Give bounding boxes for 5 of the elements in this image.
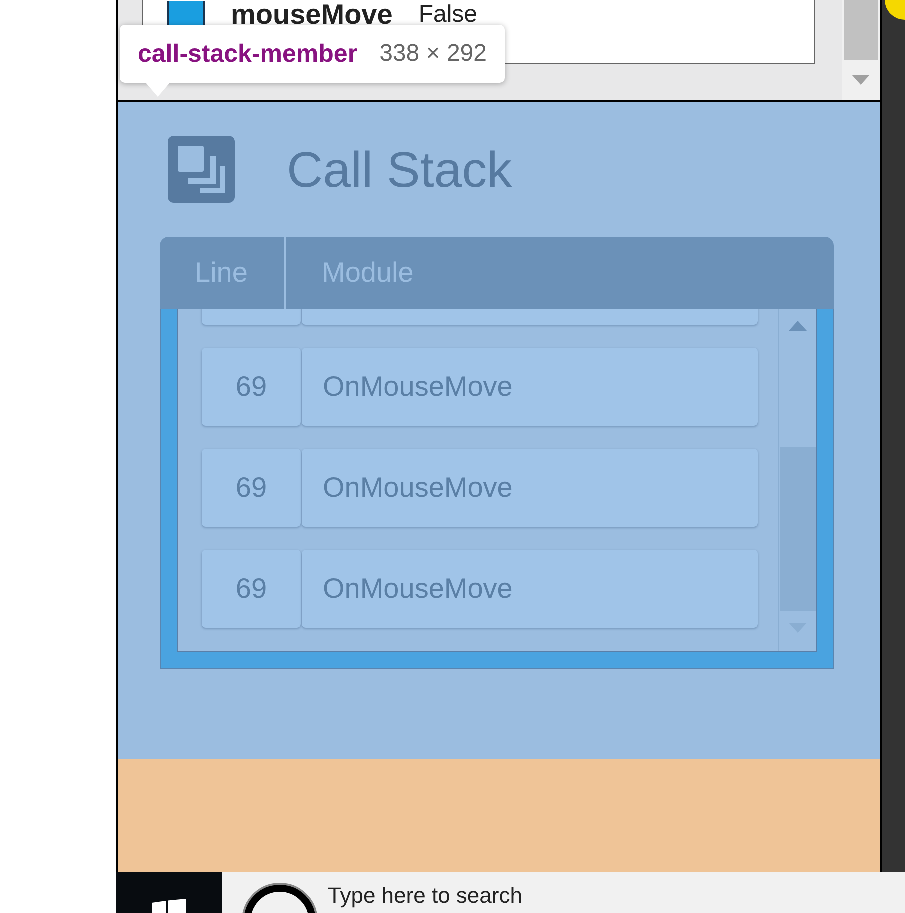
item-name: mouseMove: [231, 1, 393, 29]
panel-title: Call Stack: [287, 140, 512, 198]
item-value: False: [418, 1, 478, 27]
element-size: 338 × 292: [380, 40, 487, 68]
element-name: call-stack-member: [138, 40, 358, 68]
